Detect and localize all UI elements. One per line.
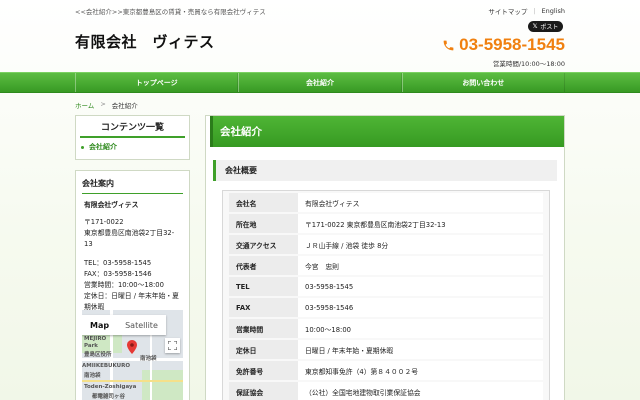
table-key-cell: 定休日 [229,340,298,359]
map-label: AMIIKEBUKURO [82,363,131,369]
table-key-cell: 免許番号 [229,361,298,380]
contents-box: コンテンツ一覧 会社紹介 [75,115,190,160]
map-label: Park [84,343,98,349]
table-value-cell: 〒171-0022 東京都豊島区南池袋2丁目32-13 [298,214,543,233]
table-row: 所在地 〒171-0022 東京都豊島区南池袋2丁目32-13 [229,214,543,233]
phone-icon [443,40,454,50]
company-hours: 営業時間：10:00〜18:00 [84,281,164,289]
company-table-wrapper: 会社名 有限会社ヴィテス 所在地 〒171-0022 東京都豊島区南池袋2丁目32-1… [222,190,550,400]
company-holiday: 定休日：日曜日 / 年末年始・夏 [84,292,179,300]
breadcrumb: ホーム > 会社紹介 [75,100,138,110]
table-value-cell: 東京都知事免許（4）第８４００２号 [298,361,543,380]
nav-item-top[interactable]: トップページ [75,73,239,92]
table-value-cell: ＪＲ山手線 / 池袋 徒歩 8分 [298,235,543,254]
contents-item-label: 会社紹介 [89,143,117,151]
company-fax: FAX：03-5958-1546 [84,270,152,278]
phone-number[interactable]: 03-5958-1545 [442,35,565,55]
business-hours: 営業時間/10:00〜18:00 [492,60,565,68]
link-separator: | [533,7,536,15]
global-nav: トップページ 会社紹介 お問い合わせ [0,72,640,93]
map-label: Toden-Zoshigaya [84,384,137,390]
site-logo[interactable]: 有限会社 ヴィテス [75,31,215,52]
table-key-cell: 交通アクセス [229,235,298,254]
map-tab-map[interactable]: Map [82,315,117,335]
map-label: MEJIRO [84,336,107,342]
breadcrumb-current: 会社紹介 [111,102,138,110]
table-row: 会社名 有限会社ヴィテス [229,193,543,212]
bullet-icon [81,145,84,149]
table-key-cell: TEL [229,277,298,296]
company-tel: TEL：03-5958-1545 [84,259,152,267]
table-row: TEL 03-5958-1545 [229,277,543,296]
english-link[interactable]: English [542,7,565,15]
table-row: 交通アクセス ＪＲ山手線 / 池袋 徒歩 8分 [229,235,543,254]
table-value-cell: 03-5958-1545 [298,277,543,296]
breadcrumb-separator: > [100,100,106,108]
fullscreen-icon[interactable] [165,338,180,353]
breadcrumb-home[interactable]: ホーム [75,100,94,110]
x-post-label: ポスト [540,24,559,31]
map-label: 豊島区役所 [84,352,112,358]
table-value-cell: 10:00〜18:00 [298,319,543,338]
main-content: 会社紹介 会社概要 会社名 有限会社ヴィテス 所在地 〒171-0022 東京都豊島区… [205,115,565,400]
company-info-title: 会社案内 [82,178,183,194]
table-key-cell: 代表者 [229,256,298,275]
table-key-cell: FAX [229,298,298,317]
company-postal: 〒171-0022 [84,218,124,226]
company-address: 東京都豊島区南池袋2丁目32-13 [84,229,175,248]
map-pin-icon[interactable] [127,340,137,354]
section-title: 会社概要 [213,160,557,181]
sitemap-link[interactable]: サイトマップ [488,6,527,16]
table-row: 営業時間 10:00〜18:00 [229,319,543,338]
table-row: 免許番号 東京都知事免許（4）第８４００２号 [229,361,543,380]
x-post-button[interactable]: 𝕏 ポスト [528,21,563,32]
contents-title: コンテンツ一覧 [80,116,185,138]
map-label: 南池袋 [140,356,157,362]
table-key-cell: 営業時間 [229,319,298,338]
phone-number-text: 03-5958-1545 [459,35,565,54]
map-type-toggle: Map Satellite [82,315,166,335]
nav-item-contact[interactable]: お問い合わせ [401,73,565,92]
table-row: 代表者 今宮 忠則 [229,256,543,275]
nav-item-company[interactable]: 会社紹介 [238,73,402,92]
x-logo-icon: 𝕏 [532,23,538,30]
table-row: 保証協会 （公社）全国宅地建物取引業保証協会 [229,382,543,400]
top-tagline: <<会社紹介>>東京都豊島区の賃貸・売買なら有限会社ヴィテス [75,8,266,16]
table-key-cell: 会社名 [229,193,298,212]
table-value-cell: 03-5958-1546 [298,298,543,317]
company-info-body: 有限会社ヴィテス 〒171-0022 東京都豊島区南池袋2丁目32-13 TEL… [84,200,181,313]
page-title: 会社紹介 [206,116,564,147]
map-tab-satellite[interactable]: Satellite [117,315,166,335]
table-key-cell: 所在地 [229,214,298,233]
table-key-cell: 保証協会 [229,382,298,400]
top-links: サイトマップ | English [488,6,565,16]
table-row: FAX 03-5958-1546 [229,298,543,317]
contents-item-company[interactable]: 会社紹介 [81,142,184,152]
table-row: 定休日 日曜日 / 年末年始・夏期休暇 [229,340,543,359]
table-value-cell: 今宮 忠則 [298,256,543,275]
table-value-cell: 有限会社ヴィテス [298,193,543,212]
table-value-cell: （公社）全国宅地建物取引業保証協会 [298,382,543,400]
google-map[interactable]: MEJIRO Park 豊島区役所 南池袋 AMIIKEBUKURO 南池袋 T… [82,310,183,400]
map-label: 都電雑司ヶ谷 [92,394,126,400]
company-name: 有限会社ヴィテス [84,201,139,209]
company-table: 会社名 有限会社ヴィテス 所在地 〒171-0022 東京都豊島区南池袋2丁目32-1… [229,191,543,400]
table-value-cell: 日曜日 / 年末年始・夏期休暇 [298,340,543,359]
map-label: 南池袋 [84,373,101,379]
